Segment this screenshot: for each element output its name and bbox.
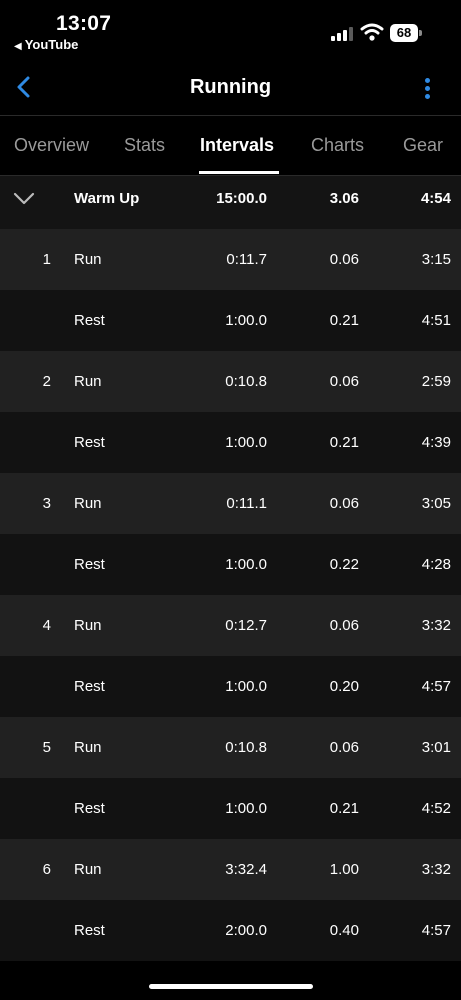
interval-row-rest-6[interactable]: Rest 2:00.0 0.40 4:57 <box>0 900 461 961</box>
interval-distance: 0.06 <box>329 373 359 390</box>
interval-number: 2 <box>42 373 51 390</box>
interval-number: 4 <box>42 617 51 634</box>
interval-distance: 0.06 <box>329 617 359 634</box>
interval-distance: 0.06 <box>329 495 359 512</box>
cellular-signal-icon <box>331 27 355 41</box>
interval-distance: 0.21 <box>329 312 359 329</box>
tab-charts[interactable]: Charts <box>311 135 364 156</box>
interval-time: 0:11.1 <box>226 495 267 512</box>
interval-time: 1:00.0 <box>225 556 267 573</box>
interval-label: Run <box>74 617 102 634</box>
interval-number: 1 <box>42 251 51 268</box>
more-vertical-icon[interactable] <box>418 76 438 102</box>
interval-pace: 4:51 <box>421 312 451 329</box>
interval-time: 1:00.0 <box>225 800 267 817</box>
interval-distance: 0.06 <box>329 251 359 268</box>
interval-label: Rest <box>74 922 105 939</box>
warmup-pace: 4:54 <box>420 190 451 207</box>
interval-row-rest-1[interactable]: Rest 1:00.0 0.21 4:51 <box>0 290 461 351</box>
status-time: 13:07 <box>56 12 112 35</box>
interval-pace: 3:15 <box>421 251 451 268</box>
wifi-icon <box>360 23 384 41</box>
battery-level: 68 <box>390 24 418 42</box>
warmup-distance: 3.06 <box>329 190 359 207</box>
status-bar: 13:07 ◀ YouTube 68 <box>0 0 461 58</box>
tab-stats[interactable]: Stats <box>124 135 165 156</box>
interval-label: Run <box>74 861 102 878</box>
interval-pace: 4:28 <box>421 556 451 573</box>
interval-pace: 4:52 <box>421 800 451 817</box>
interval-row-run-3[interactable]: 3 Run 0:11.1 0.06 3:05 <box>0 473 461 534</box>
interval-distance: 0.22 <box>329 556 359 573</box>
interval-row-run-1[interactable]: 1 Run 0:11.7 0.06 3:15 <box>0 229 461 290</box>
battery-icon: 68 <box>390 24 422 42</box>
warmup-row[interactable]: Warm Up 15:00.0 3.06 4:54 <box>0 176 461 229</box>
back-triangle-icon: ◀ <box>14 41 22 52</box>
interval-label: Rest <box>74 312 105 329</box>
interval-pace: 4:57 <box>421 922 451 939</box>
interval-row-run-5[interactable]: 5 Run 0:10.8 0.06 3:01 <box>0 717 461 778</box>
interval-pace: 4:39 <box>421 434 451 451</box>
interval-pace: 3:32 <box>421 861 451 878</box>
interval-time: 1:00.0 <box>225 434 267 451</box>
interval-time: 0:12.7 <box>225 617 267 634</box>
interval-time: 0:10.8 <box>225 739 267 756</box>
interval-time: 1:00.0 <box>225 678 267 695</box>
interval-label: Run <box>74 495 102 512</box>
interval-distance: 0.20 <box>329 678 359 695</box>
interval-time: 0:11.7 <box>226 251 267 268</box>
active-tab-indicator <box>199 171 279 174</box>
interval-pace: 3:32 <box>421 617 451 634</box>
interval-row-run-2[interactable]: 2 Run 0:10.8 0.06 2:59 <box>0 351 461 412</box>
interval-pace: 4:57 <box>421 678 451 695</box>
interval-distance: 0.40 <box>329 922 359 939</box>
interval-distance: 0.21 <box>329 800 359 817</box>
warmup-time: 15:00.0 <box>216 190 267 207</box>
interval-pace: 2:59 <box>421 373 451 390</box>
interval-pace: 3:05 <box>421 495 451 512</box>
interval-time: 2:00.0 <box>225 922 267 939</box>
back-app-label: YouTube <box>24 37 79 52</box>
interval-row-rest-5[interactable]: Rest 1:00.0 0.21 4:52 <box>0 778 461 839</box>
chevron-down-icon[interactable] <box>12 190 36 206</box>
interval-row-rest-2[interactable]: Rest 1:00.0 0.21 4:39 <box>0 412 461 473</box>
interval-number: 3 <box>42 495 51 512</box>
tab-gear[interactable]: Gear <box>403 135 443 156</box>
intervals-list: Warm Up 15:00.0 3.06 4:54 1 Run 0:11.7 0… <box>0 176 461 961</box>
interval-label: Rest <box>74 678 105 695</box>
interval-number: 6 <box>42 861 51 878</box>
tab-bar: Overview Stats Intervals Charts Gear <box>0 116 461 176</box>
interval-time: 1:00.0 <box>225 312 267 329</box>
interval-distance: 1.00 <box>329 861 359 878</box>
interval-row-rest-4[interactable]: Rest 1:00.0 0.20 4:57 <box>0 656 461 717</box>
interval-row-run-4[interactable]: 4 Run 0:12.7 0.06 3:32 <box>0 595 461 656</box>
interval-distance: 0.21 <box>329 434 359 451</box>
interval-pace: 3:01 <box>421 739 451 756</box>
interval-row-rest-3[interactable]: Rest 1:00.0 0.22 4:28 <box>0 534 461 595</box>
back-to-app-link[interactable]: ◀ YouTube <box>14 37 78 52</box>
interval-label: Rest <box>74 434 105 451</box>
interval-time: 0:10.8 <box>225 373 267 390</box>
interval-label: Run <box>74 373 102 390</box>
interval-row-run-6[interactable]: 6 Run 3:32.4 1.00 3:32 <box>0 839 461 900</box>
interval-number: 5 <box>42 739 51 756</box>
interval-label: Run <box>74 739 102 756</box>
home-indicator[interactable] <box>149 984 313 989</box>
page-title: Running <box>189 76 272 98</box>
interval-label: Rest <box>74 800 105 817</box>
interval-label: Run <box>74 251 102 268</box>
interval-time: 3:32.4 <box>225 861 267 878</box>
warmup-label: Warm Up <box>74 190 140 207</box>
interval-distance: 0.06 <box>329 739 359 756</box>
interval-label: Rest <box>74 556 105 573</box>
tab-overview[interactable]: Overview <box>14 135 89 156</box>
tab-intervals[interactable]: Intervals <box>200 135 274 156</box>
nav-bar: Running <box>0 58 461 116</box>
